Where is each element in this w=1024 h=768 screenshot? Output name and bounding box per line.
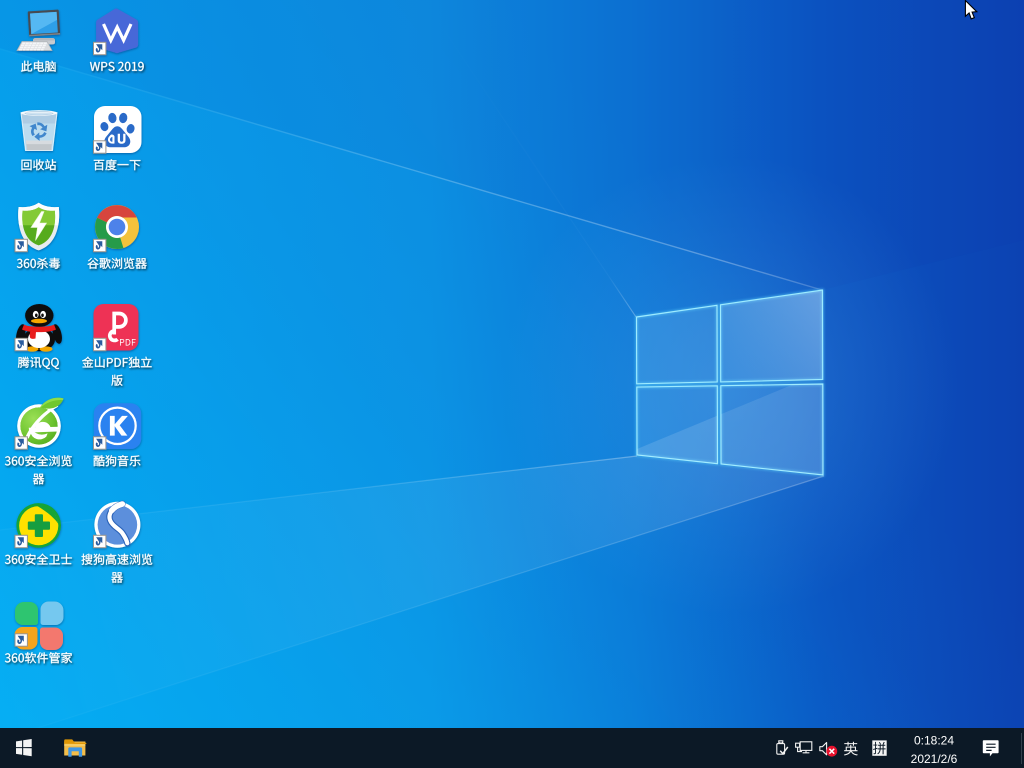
svg-text:2021/2/6: 2021/2/6 xyxy=(911,752,958,766)
svg-text:0:18:24: 0:18:24 xyxy=(914,733,954,747)
